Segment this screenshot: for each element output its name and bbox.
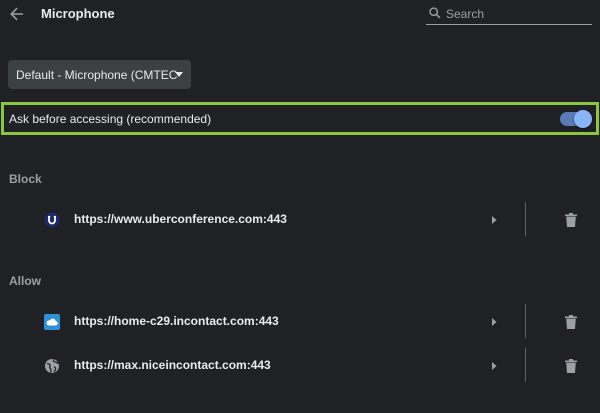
trash-icon — [565, 314, 577, 329]
globe-icon — [45, 359, 59, 373]
allow-site-row[interactable]: https://max.niceincontact.com:443 — [0, 344, 600, 388]
site-details-arrow[interactable] — [488, 315, 500, 329]
ask-before-accessing-row[interactable]: Ask before accessing (recommended) — [1, 102, 599, 135]
search-input[interactable] — [446, 5, 588, 23]
toggle-knob — [574, 110, 592, 128]
chevron-down-icon — [175, 72, 183, 77]
site-url: https://max.niceincontact.com:443 — [74, 358, 271, 372]
delete-site-button[interactable] — [563, 313, 579, 330]
microphone-settings-page: Microphone Default - Microphone (CMTEC A… — [0, 0, 600, 413]
arrow-right-icon — [492, 318, 497, 326]
arrow-right-icon — [492, 216, 497, 224]
allow-section-label: Allow — [9, 274, 41, 288]
block-section-label: Block — [9, 172, 42, 186]
search-field[interactable] — [426, 3, 592, 25]
site-details-arrow[interactable] — [488, 359, 500, 373]
uberconference-icon — [44, 212, 60, 228]
site-url: https://www.uberconference.com:443 — [74, 212, 287, 226]
microphone-device-select[interactable]: Default - Microphone (CMTEC — [8, 60, 191, 89]
ask-before-accessing-label: Ask before accessing (recommended) — [9, 111, 212, 126]
divider — [525, 202, 526, 236]
device-select-value: Default - Microphone (CMTEC — [16, 67, 178, 82]
arrow-back-icon — [10, 7, 23, 21]
allow-site-row[interactable]: https://home-c29.incontact.com:443 — [0, 300, 600, 344]
divider — [525, 304, 526, 338]
back-button[interactable] — [6, 3, 28, 25]
arrow-right-icon — [492, 362, 497, 370]
search-icon — [429, 7, 441, 19]
page-title: Microphone — [41, 6, 115, 21]
block-site-row[interactable]: https://www.uberconference.com:443 — [0, 198, 600, 242]
site-url: https://home-c29.incontact.com:443 — [74, 314, 279, 328]
delete-site-button[interactable] — [563, 211, 579, 228]
trash-icon — [565, 358, 577, 373]
site-details-arrow[interactable] — [488, 213, 500, 227]
trash-icon — [565, 212, 577, 227]
delete-site-button[interactable] — [563, 357, 579, 374]
ask-before-accessing-toggle[interactable] — [560, 110, 592, 128]
divider — [525, 348, 526, 382]
cloud-favicon-icon — [44, 314, 60, 330]
